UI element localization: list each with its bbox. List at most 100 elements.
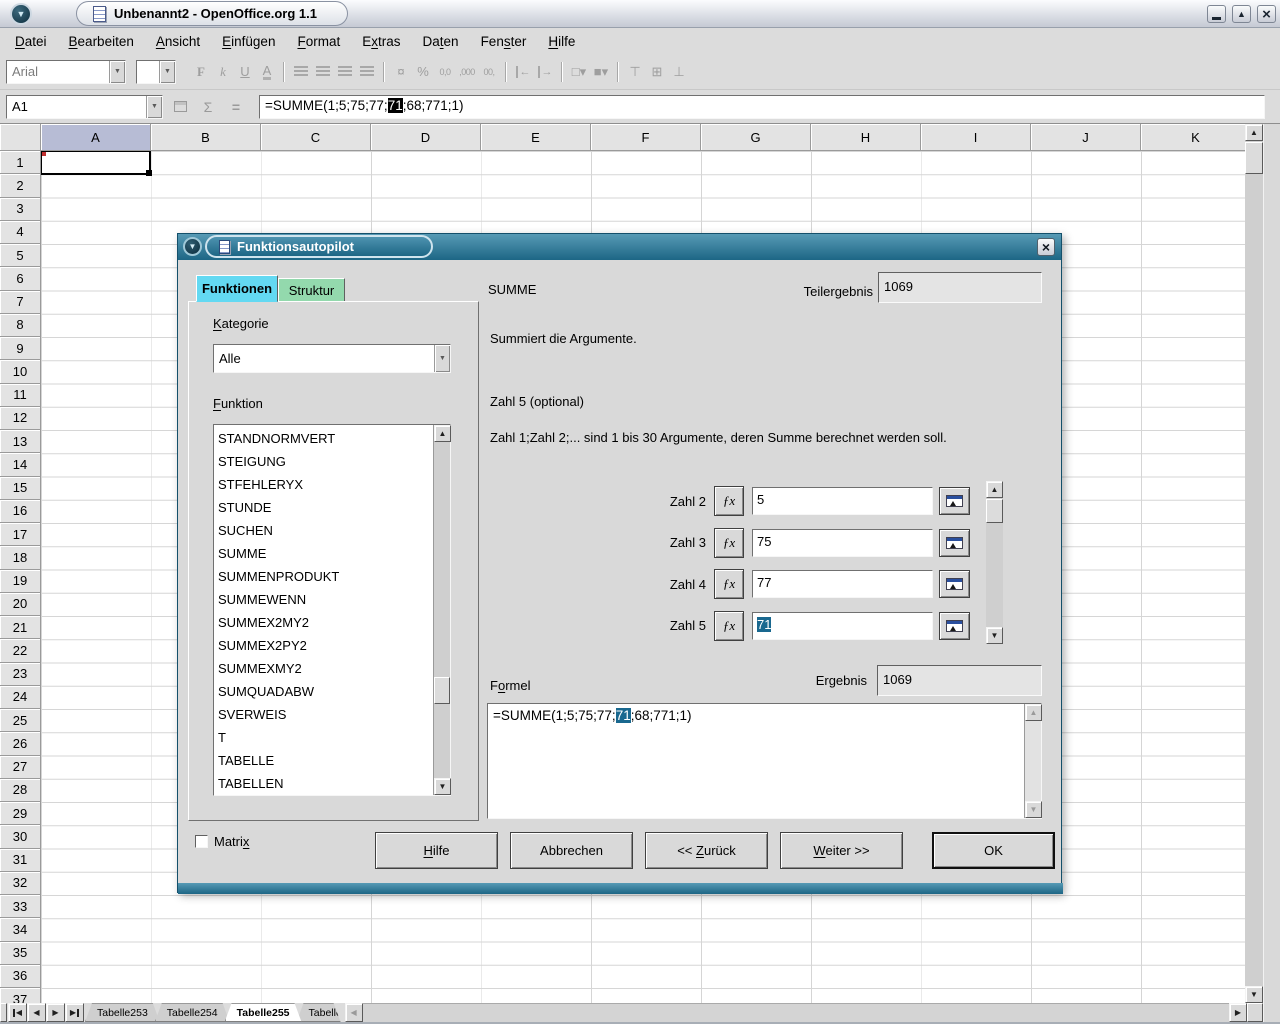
menu-item[interactable]: Einfügen — [211, 30, 286, 53]
shrink-button[interactable] — [939, 529, 970, 557]
function-list-item[interactable]: TABELLE — [214, 749, 433, 772]
row-header[interactable]: 34 — [0, 918, 41, 941]
dialog-close-button[interactable]: × — [1037, 238, 1055, 256]
select-all-corner[interactable] — [0, 124, 41, 151]
bold-icon[interactable]: F — [190, 61, 212, 83]
zurueck-button[interactable]: << Zurück — [645, 832, 768, 869]
sheet-tab[interactable]: Tabelle255 — [225, 1003, 302, 1022]
delete-decimal-icon[interactable]: 00, — [478, 61, 500, 83]
align-right-icon[interactable] — [334, 61, 356, 83]
scroll-down-button[interactable] — [434, 778, 451, 795]
row-header[interactable]: 18 — [0, 546, 41, 569]
scroll-down-button[interactable] — [1245, 986, 1263, 1003]
row-header[interactable]: 13 — [0, 430, 41, 453]
row-header[interactable]: 1 — [0, 151, 41, 174]
formel-scrollbar[interactable] — [1024, 704, 1041, 818]
row-header[interactable]: 20 — [0, 593, 41, 616]
dialog-menu-button[interactable]: ▼ — [183, 237, 202, 256]
increase-indent-icon[interactable]: → — [534, 61, 556, 83]
horizontal-scroll-track[interactable] — [363, 1003, 1229, 1022]
function-list-item[interactable]: T — [214, 726, 433, 749]
menu-item[interactable]: Fenster — [470, 30, 538, 53]
function-autopilot-button[interactable] — [714, 486, 744, 516]
chevron-down-icon[interactable]: ▼ — [146, 96, 162, 118]
row-header[interactable]: 23 — [0, 663, 41, 686]
scroll-left-button[interactable] — [345, 1003, 363, 1022]
align-center-vertical-icon[interactable]: ⊞ — [646, 61, 668, 83]
row-header[interactable]: 24 — [0, 686, 41, 709]
formel-text[interactable]: =SUMME(1;5;75;77;71;68;771;1) — [488, 704, 1024, 818]
horizontal-scrollbar[interactable] — [345, 1003, 1263, 1022]
row-header[interactable]: 29 — [0, 802, 41, 825]
function-list-scrollbar[interactable] — [433, 425, 450, 795]
row-header[interactable]: 30 — [0, 825, 41, 848]
row-header[interactable]: 12 — [0, 407, 41, 430]
argument-input[interactable]: 5 — [752, 487, 933, 515]
row-header[interactable]: 9 — [0, 337, 41, 360]
formula-input[interactable]: =SUMME(1;5;75;77;71;68;771;1) — [259, 95, 1265, 119]
row-header[interactable]: 36 — [0, 965, 41, 988]
row-header[interactable]: 22 — [0, 639, 41, 662]
row-header[interactable]: 31 — [0, 849, 41, 872]
font-name-combo[interactable]: Arial ▼ — [6, 60, 126, 84]
row-header[interactable]: 16 — [0, 500, 41, 523]
number-format-percent-icon[interactable]: % — [412, 61, 434, 83]
background-color-icon[interactable]: ■▾ — [590, 61, 612, 83]
chevron-down-icon[interactable]: ▼ — [159, 61, 175, 83]
align-top-icon[interactable]: ⊤ — [624, 61, 646, 83]
function-autopilot-icon[interactable] — [169, 97, 191, 117]
align-left-icon[interactable] — [290, 61, 312, 83]
row-header[interactable]: 37 — [0, 988, 41, 1003]
selected-cell-a1[interactable] — [41, 151, 151, 175]
kategorie-select[interactable]: Alle ▼ — [213, 344, 451, 373]
font-color-icon[interactable]: A — [256, 61, 278, 83]
function-list-item[interactable]: STANDNORMVERT — [214, 427, 433, 450]
add-decimal-icon[interactable]: ,000 — [456, 61, 478, 83]
function-list-item[interactable]: STUNDE — [214, 496, 433, 519]
row-header[interactable]: 8 — [0, 314, 41, 337]
number-format-standard-icon[interactable]: 0,0 — [434, 61, 456, 83]
ok-button[interactable]: OK — [932, 832, 1055, 869]
function-list-item[interactable]: SUMQUADABW — [214, 680, 433, 703]
maximize-button[interactable]: ▲ — [1232, 5, 1251, 23]
function-list-item[interactable]: STEIGUNG — [214, 450, 433, 473]
function-list-item[interactable]: STFEHLERYX — [214, 473, 433, 496]
scroll-right-button[interactable] — [1229, 1003, 1247, 1022]
row-header[interactable]: 14 — [0, 453, 41, 476]
scroll-up-button[interactable] — [1025, 704, 1042, 721]
arguments-scrollbar[interactable] — [986, 481, 1003, 644]
menu-item[interactable]: Bearbeiten — [58, 30, 145, 53]
column-header[interactable]: H — [811, 124, 921, 151]
chevron-down-icon[interactable]: ▼ — [434, 345, 450, 372]
shrink-button[interactable] — [939, 487, 970, 515]
row-header[interactable]: 21 — [0, 616, 41, 639]
menu-item[interactable]: Hilfe — [537, 30, 586, 53]
decrease-indent-icon[interactable]: ← — [512, 61, 534, 83]
scroll-up-button[interactable] — [434, 425, 451, 442]
tab-struktur[interactable]: Struktur — [278, 278, 345, 302]
row-header[interactable]: 6 — [0, 267, 41, 290]
row-header[interactable]: 15 — [0, 477, 41, 500]
cell-reference-box[interactable]: A1 ▼ — [6, 95, 163, 119]
sheet-tab[interactable]: Tabelle253 — [85, 1003, 160, 1022]
argument-input[interactable]: 71 — [752, 612, 933, 640]
function-autopilot-button[interactable] — [714, 569, 744, 599]
column-header[interactable]: I — [921, 124, 1031, 151]
column-header[interactable]: A — [41, 124, 151, 151]
scroll-down-button[interactable] — [1025, 801, 1042, 818]
row-header[interactable]: 5 — [0, 244, 41, 267]
scroll-down-button[interactable] — [986, 627, 1003, 644]
abbrechen-button[interactable]: Abbrechen — [510, 832, 633, 869]
argument-input[interactable]: 77 — [752, 570, 933, 598]
equals-icon[interactable] — [225, 97, 247, 117]
split-handle[interactable] — [0, 1003, 7, 1022]
function-autopilot-button[interactable] — [714, 611, 744, 641]
row-header[interactable]: 10 — [0, 360, 41, 383]
column-header[interactable]: C — [261, 124, 371, 151]
row-header[interactable]: 11 — [0, 384, 41, 407]
last-sheet-button[interactable]: ▶ — [65, 1003, 84, 1022]
row-header[interactable]: 2 — [0, 174, 41, 197]
row-header[interactable]: 3 — [0, 198, 41, 221]
row-header[interactable]: 28 — [0, 779, 41, 802]
menu-item[interactable]: Extras — [351, 30, 411, 53]
